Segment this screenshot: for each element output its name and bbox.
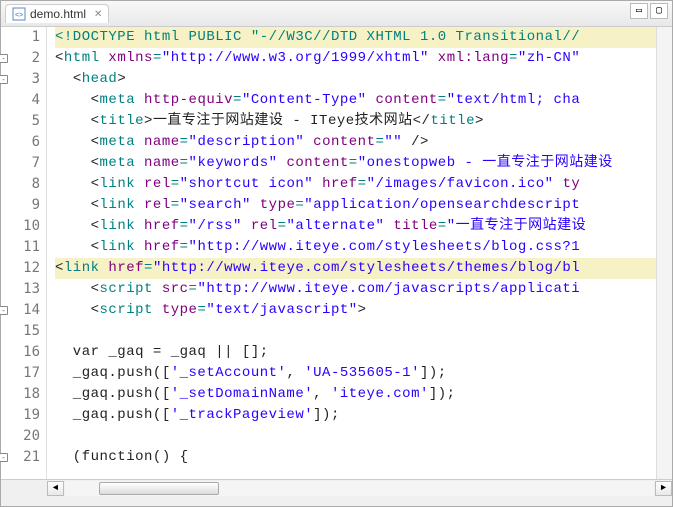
editor: 12-3-4567891011121314-15161718192021- <!… bbox=[1, 27, 672, 479]
minimize-button[interactable]: ▭ bbox=[630, 3, 648, 19]
code-line[interactable]: _gaq.push(['_setDomainName', 'iteye.com'… bbox=[55, 384, 656, 405]
code-line[interactable]: <link rel="search" type="application/ope… bbox=[55, 195, 656, 216]
code-line[interactable]: <link href="http://www.iteye.com/stylesh… bbox=[55, 258, 656, 279]
scroll-right-button[interactable]: ► bbox=[655, 481, 672, 496]
line-number: 8 bbox=[1, 174, 40, 195]
code-line[interactable]: <meta name="description" content="" /> bbox=[55, 132, 656, 153]
tab-close-icon[interactable]: ✕ bbox=[94, 9, 102, 20]
horizontal-scrollbar: ◄ ► bbox=[1, 479, 672, 496]
code-line[interactable]: <link rel="shortcut icon" href="/images/… bbox=[55, 174, 656, 195]
code-line[interactable]: _gaq.push(['_setAccount', 'UA-535605-1']… bbox=[55, 363, 656, 384]
code-line[interactable]: var _gaq = _gaq || []; bbox=[55, 342, 656, 363]
line-number: 4 bbox=[1, 90, 40, 111]
line-number: 2- bbox=[1, 48, 40, 69]
line-number: 15 bbox=[1, 321, 40, 342]
line-number: 9 bbox=[1, 195, 40, 216]
window-controls: ▭ ▢ bbox=[630, 3, 668, 19]
fold-toggle-icon[interactable]: - bbox=[0, 75, 8, 84]
fold-toggle-icon[interactable]: - bbox=[0, 306, 8, 315]
line-number: 21- bbox=[1, 447, 40, 468]
code-line[interactable]: _gaq.push(['_trackPageview']); bbox=[55, 405, 656, 426]
line-number: 1 bbox=[1, 27, 40, 48]
overview-ruler[interactable] bbox=[656, 27, 672, 479]
code-line[interactable]: <!DOCTYPE html PUBLIC "-//W3C//DTD XHTML… bbox=[55, 27, 656, 48]
html-file-icon: <> bbox=[12, 7, 26, 21]
code-line[interactable] bbox=[55, 426, 656, 447]
line-number-gutter: 12-3-4567891011121314-15161718192021- bbox=[1, 27, 47, 479]
code-line[interactable]: (function() { bbox=[55, 447, 656, 468]
line-number: 12 bbox=[1, 258, 40, 279]
file-tab[interactable]: <> demo.html ✕ bbox=[5, 4, 109, 23]
code-line[interactable]: <meta name="keywords" content="onestopwe… bbox=[55, 153, 656, 174]
line-number: 18 bbox=[1, 384, 40, 405]
line-number: 5 bbox=[1, 111, 40, 132]
maximize-button[interactable]: ▢ bbox=[650, 3, 668, 19]
line-number: 7 bbox=[1, 153, 40, 174]
line-number: 14- bbox=[1, 300, 40, 321]
line-number: 10 bbox=[1, 216, 40, 237]
scroll-track[interactable] bbox=[65, 481, 654, 496]
scroll-left-button[interactable]: ◄ bbox=[47, 481, 64, 496]
line-number: 17 bbox=[1, 363, 40, 384]
code-line[interactable]: <head> bbox=[55, 69, 656, 90]
line-number: 16 bbox=[1, 342, 40, 363]
fold-toggle-icon[interactable]: - bbox=[0, 54, 8, 63]
line-number: 19 bbox=[1, 405, 40, 426]
code-line[interactable]: <meta http-equiv="Content-Type" content=… bbox=[55, 90, 656, 111]
code-area[interactable]: <!DOCTYPE html PUBLIC "-//W3C//DTD XHTML… bbox=[47, 27, 656, 479]
code-line[interactable]: <script src="http://www.iteye.com/javasc… bbox=[55, 279, 656, 300]
line-number: 6 bbox=[1, 132, 40, 153]
line-number: 20 bbox=[1, 426, 40, 447]
code-line[interactable]: <script type="text/javascript"> bbox=[55, 300, 656, 321]
line-number: 11 bbox=[1, 237, 40, 258]
code-line[interactable]: <html xmlns="http://www.w3.org/1999/xhtm… bbox=[55, 48, 656, 69]
tab-label: demo.html bbox=[30, 7, 86, 21]
svg-text:<>: <> bbox=[15, 12, 23, 19]
scroll-thumb[interactable] bbox=[99, 482, 219, 495]
line-number: 13 bbox=[1, 279, 40, 300]
code-line[interactable]: <link href="http://www.iteye.com/stylesh… bbox=[55, 237, 656, 258]
code-line[interactable]: <title>一直专注于网站建设 - ITeye技术网站</title> bbox=[55, 111, 656, 132]
code-line[interactable] bbox=[55, 321, 656, 342]
tab-bar: <> demo.html ✕ ▭ ▢ bbox=[1, 1, 672, 27]
code-line[interactable]: <link href="/rss" rel="alternate" title=… bbox=[55, 216, 656, 237]
fold-toggle-icon[interactable]: - bbox=[0, 453, 8, 462]
line-number: 3- bbox=[1, 69, 40, 90]
